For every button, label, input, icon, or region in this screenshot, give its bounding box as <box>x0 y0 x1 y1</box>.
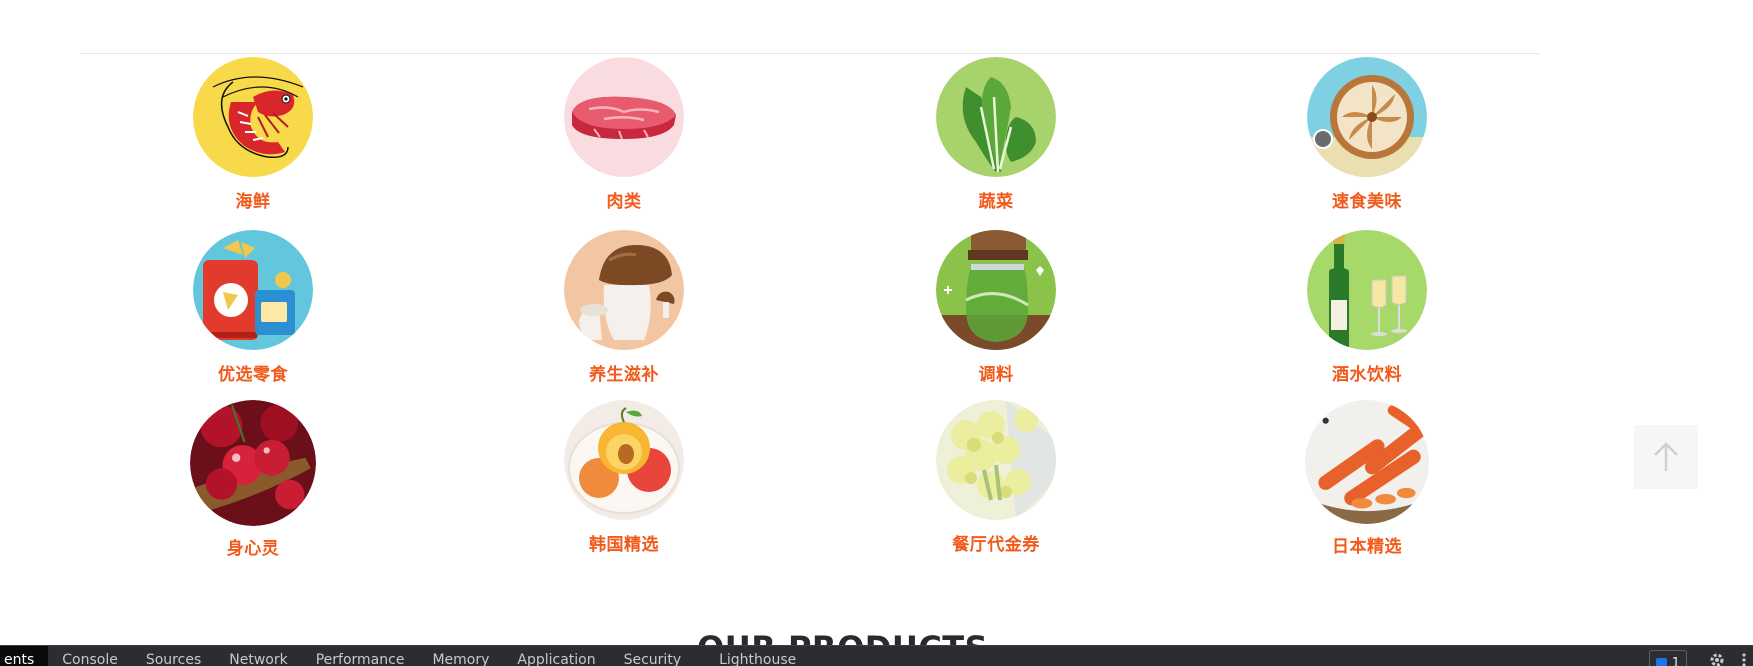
category-label: 速食美味 <box>1332 192 1402 212</box>
category-vegetables[interactable]: 蔬菜 <box>896 57 1096 213</box>
category-health-tonic[interactable]: 养生滋补 <box>524 230 724 386</box>
issues-count: 1 <box>1671 655 1680 666</box>
category-seafood[interactable]: 海鲜 <box>153 57 353 213</box>
meat-icon <box>564 57 684 177</box>
category-label: 酒水饮料 <box>1332 365 1402 385</box>
devtools-tab-application[interactable]: Application <box>503 646 609 666</box>
devtools-right-controls: 1 <box>1648 646 1753 666</box>
issues-badge[interactable]: 1 <box>1648 650 1687 666</box>
pickle-jar-icon <box>936 230 1056 350</box>
cabbage-icon <box>936 57 1056 177</box>
devtools-tab-performance[interactable]: Performance <box>302 646 419 666</box>
category-label: 肉类 <box>606 192 642 212</box>
issues-icon <box>1655 657 1667 666</box>
section-divider <box>80 53 1540 54</box>
mushroom-icon <box>564 230 684 350</box>
arrow-up-icon <box>1654 442 1678 471</box>
devtools-tab-security[interactable]: Security <box>610 646 696 666</box>
category-label: 身心灵 <box>226 539 280 559</box>
category-label: 韩国精选 <box>589 535 659 555</box>
devtools-tab-lighthouse[interactable]: Lighthouse <box>695 646 810 666</box>
category-label: 餐厅代金券 <box>952 535 1040 555</box>
category-restaurant-voucher[interactable]: 餐厅代金券 <box>896 400 1096 556</box>
category-drinks[interactable]: 酒水饮料 <box>1267 230 1467 386</box>
more-options-icon[interactable] <box>1741 652 1747 666</box>
category-body-mind[interactable]: 身心灵 <box>153 400 353 560</box>
devtools-tab-elements[interactable]: ents <box>0 646 49 666</box>
category-korea-selection[interactable]: 韩国精选 <box>524 400 724 556</box>
category-label: 调料 <box>978 365 1014 385</box>
category-label: 优选零食 <box>218 365 288 385</box>
category-seasoning[interactable]: 调料 <box>896 230 1096 386</box>
back-to-top-button[interactable] <box>1634 425 1698 489</box>
category-label: 蔬菜 <box>978 192 1014 212</box>
devtools-tab-console[interactable]: Console <box>48 646 132 666</box>
gear-icon[interactable] <box>1709 652 1725 666</box>
devtools-tab-memory[interactable]: Memory <box>418 646 503 666</box>
category-label: 养生滋补 <box>589 365 659 385</box>
pie-icon <box>1307 57 1427 177</box>
category-fast-food[interactable]: 速食美味 <box>1267 57 1467 213</box>
category-japan-selection[interactable]: 日本精选 <box>1267 400 1467 558</box>
page: 海鲜 肉类 蔬菜 速食美味 优选零食 养生滋补 调料 酒水饮料 身心灵 韩国精选… <box>0 0 1753 666</box>
apricot-icon <box>564 400 684 520</box>
champagne-icon <box>1307 230 1427 350</box>
cherries-icon <box>190 400 316 526</box>
snacks-icon <box>193 230 313 350</box>
category-label: 海鲜 <box>235 192 271 212</box>
carrots-icon <box>1305 400 1429 524</box>
shrimp-icon <box>193 57 313 177</box>
devtools-tabbar: ents Console Sources Network Performance… <box>0 645 1753 666</box>
category-meat[interactable]: 肉类 <box>524 57 724 213</box>
devtools-tab-sources[interactable]: Sources <box>132 646 215 666</box>
cauliflower-icon <box>936 400 1056 520</box>
category-label: 日本精选 <box>1332 537 1402 557</box>
devtools-tab-network[interactable]: Network <box>215 646 301 666</box>
category-snacks[interactable]: 优选零食 <box>153 230 353 386</box>
